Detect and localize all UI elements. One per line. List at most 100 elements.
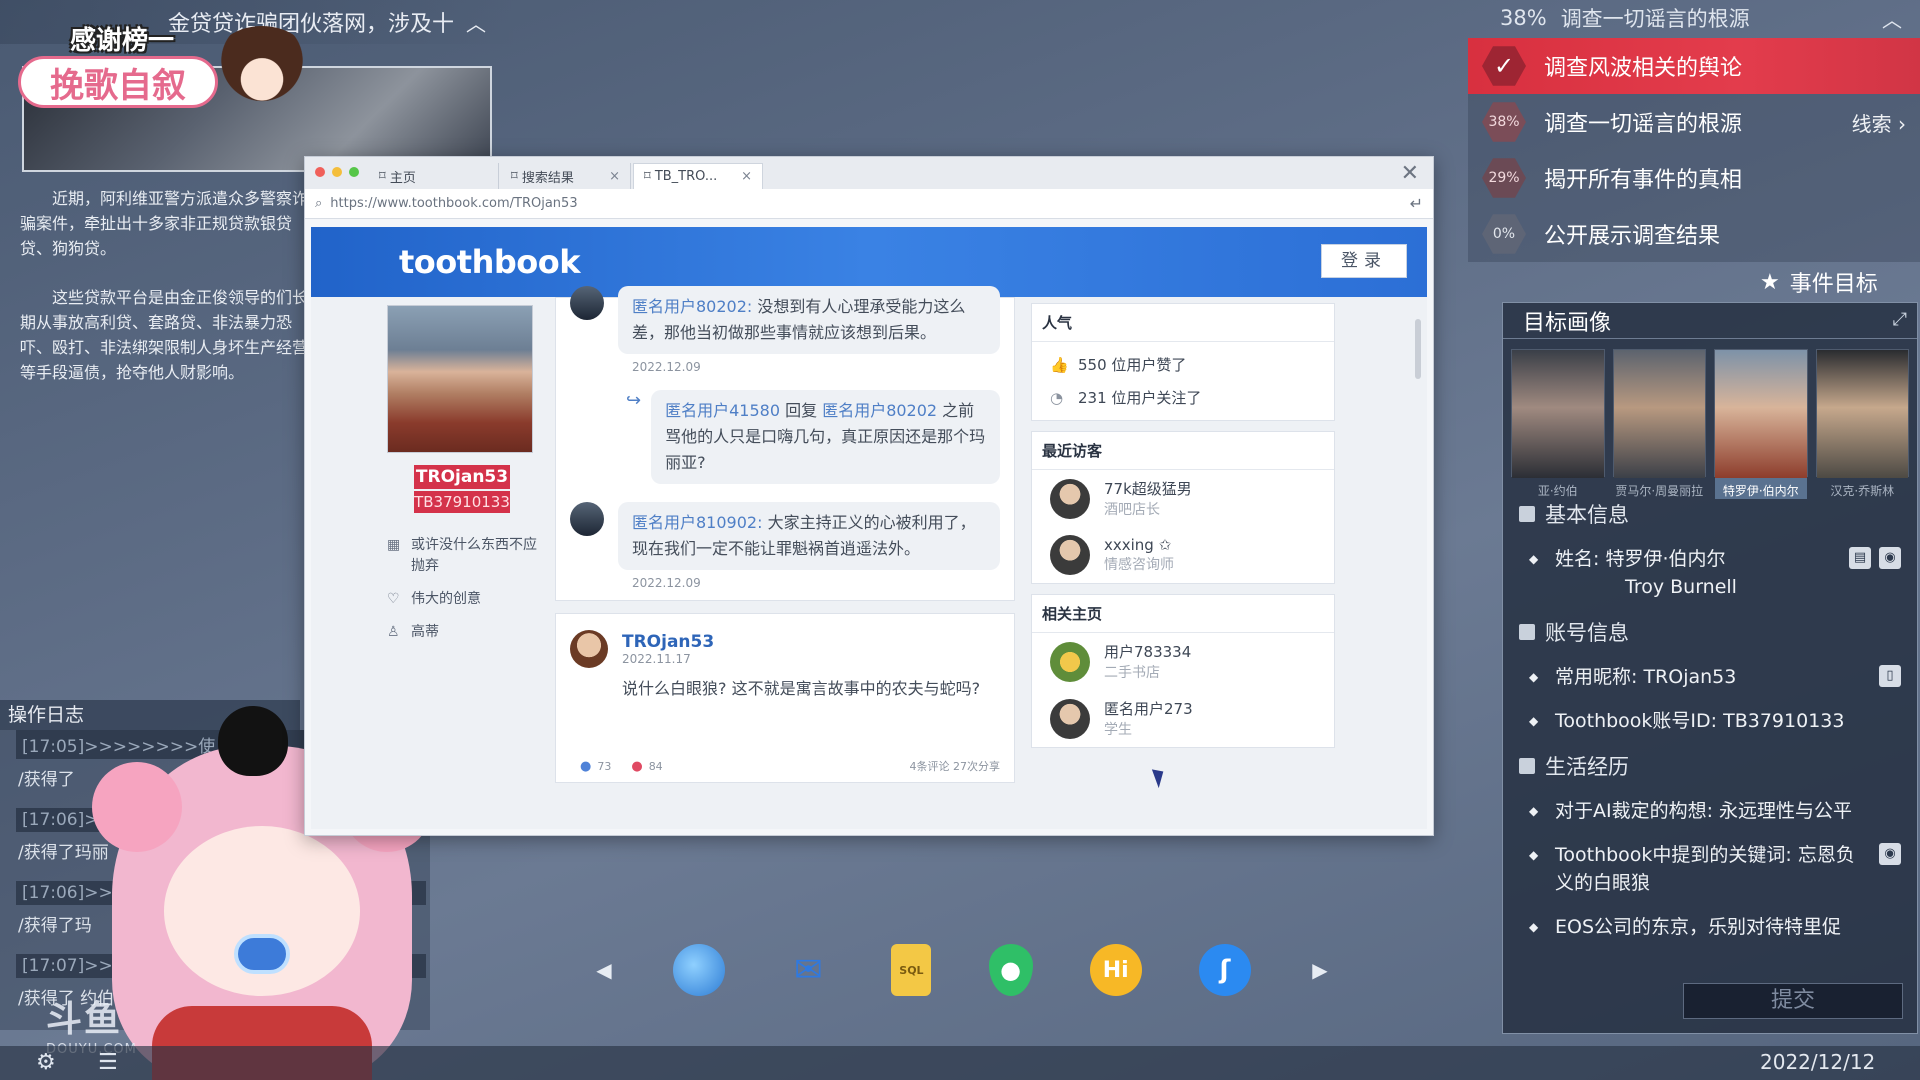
task-progress-hex: 29% <box>1482 158 1526 198</box>
tab-profile[interactable]: ⌑ TB_TRO... × <box>633 163 763 189</box>
calendar-icon: ▦ <box>387 537 401 553</box>
bookmark-icon: ⌑ <box>379 168 390 184</box>
info-life-item: 对于AI裁定的构想: 永远理性与公平 <box>1509 789 1907 833</box>
location-app-icon[interactable]: ● <box>988 944 1033 996</box>
thumbs-up-icon[interactable]: ● <box>580 759 591 774</box>
portrait-image <box>1715 350 1807 478</box>
bio-text: 伟大的创意 <box>411 591 481 607</box>
enter-icon[interactable]: ↵ <box>1410 194 1423 213</box>
current-task-pct: 38% <box>1500 6 1547 30</box>
reply: ↪ 匿名用户41580 回复 匿名用户80202 之前骂他的人只是口嗨几句，真正… <box>626 390 1000 484</box>
section-label: 账号信息 <box>1545 621 1629 645</box>
visitor-item[interactable]: xxxing ✩ 情感咨询师 <box>1032 527 1334 583</box>
submit-button[interactable]: 提交 <box>1683 983 1903 1019</box>
feed-column[interactable]: 匿名用户80202: 没想到有人心理承受能力这么差，那他当初做那些事情就应该想到… <box>555 286 1015 829</box>
related-item[interactable]: 匿名用户273 学生 <box>1032 690 1334 747</box>
post-card: TROjan53 2022.11.17 说什么白眼狼? 这不就是寓言故事中的农夫… <box>555 613 1015 783</box>
post-stats: ● 73 ● 84 4条评论 27次分享 <box>580 758 1000 774</box>
info-name-cn: 姓名: 特罗伊·伯内尔 <box>1555 548 1726 570</box>
reply-verb: 回复 <box>780 401 823 420</box>
globe-icon[interactable]: ◉ <box>1879 547 1901 569</box>
portrait-card[interactable]: 汉克·乔斯林 <box>1815 349 1909 498</box>
avatar <box>1050 535 1090 575</box>
maximize-dot-icon[interactable] <box>349 167 359 177</box>
thumbs-up-icon: 👍 <box>1050 355 1069 374</box>
login-button[interactable]: 登录 <box>1321 244 1407 278</box>
profile-uid: TB37910133 <box>414 491 510 513</box>
related-item[interactable]: 用户783334 二手书店 <box>1032 633 1334 690</box>
task-label: 调查一切谣言的根源 <box>1544 112 1743 137</box>
reply-target[interactable]: 匿名用户80202 <box>822 401 937 420</box>
like-count: 73 <box>597 759 612 773</box>
list-icon[interactable]: ☰ <box>98 1050 118 1075</box>
likes-text: 550 位用户赞了 <box>1078 356 1187 374</box>
expand-icon[interactable]: ⤢ <box>1893 309 1907 330</box>
news-article: 近期，阿利维亚警方派遣众多警察诈骗案件，牵扯出十多家非正规贷款银贷贷、狗狗贷。 … <box>20 186 310 409</box>
visitor-item[interactable]: 77k超级猛男 酒吧店长 <box>1032 470 1334 527</box>
bio-item: ♡ 伟大的创意 <box>387 589 537 610</box>
task-item[interactable]: 0% 公开展示调查结果 <box>1468 206 1920 262</box>
phone-icon[interactable]: ▯ <box>1879 665 1901 687</box>
dock-next-icon[interactable]: ▶ <box>1308 958 1332 982</box>
related-name: 用户783334 <box>1104 643 1192 661</box>
post-header: TROjan53 2022.11.17 <box>570 630 1000 668</box>
close-icon[interactable]: ✕ <box>1401 161 1419 186</box>
tab-bar: ⌑ 主页 ⌑ 搜索结果 × ⌑ TB_TRO... × ✕ <box>305 157 1433 189</box>
popularity-box: 人气 👍 550 位用户赞了 ◔ 231 位用户关注了 <box>1031 303 1335 421</box>
target-header: 目标画像 ⤢ <box>1503 303 1917 339</box>
comment-user[interactable]: 匿名用户80202: <box>632 297 752 316</box>
related-name: 匿名用户273 <box>1104 700 1193 718</box>
target-info-scroll[interactable]: 基本信息 姓名: 特罗伊·伯内尔 Troy Burnell ▤ ◉ 账号信息 常… <box>1503 483 1917 953</box>
event-goal-button[interactable]: ★ 事件目标 <box>1760 264 1920 300</box>
dock-prev-icon[interactable]: ◀ <box>592 958 616 982</box>
document-icon[interactable]: ▤ <box>1849 547 1871 569</box>
comment-user[interactable]: 匿名用户810902: <box>632 513 762 532</box>
sql-app-icon[interactable]: SQL <box>891 944 932 996</box>
task-item[interactable]: ✓ 调查风波相关的舆论 <box>1468 38 1920 94</box>
site-logo[interactable]: toothbook <box>399 243 581 281</box>
browser-app-icon[interactable] <box>673 944 726 996</box>
portrait-card[interactable]: 贾马尔·周曼丽拉 <box>1612 349 1706 498</box>
portrait-card[interactable]: 亚·约伯 <box>1511 349 1605 498</box>
task-item[interactable]: 29% 揭开所有事件的真相 <box>1468 150 1920 206</box>
hook-app-icon[interactable]: ʃ <box>1198 944 1251 996</box>
toothbook-page: toothbook 登录 TROjan53 TB37910133 ▦ 或许没什么东… <box>311 227 1427 829</box>
collapse-up-icon[interactable]: ︿ <box>466 8 486 37</box>
portrait-card-selected[interactable]: 特罗伊·伯内尔 <box>1714 349 1808 499</box>
watermark-logo: 斗鱼 <box>46 999 123 1040</box>
tab-label: 主页 <box>389 170 416 186</box>
gear-icon[interactable]: ⚙ <box>36 1050 56 1075</box>
chat-app-icon[interactable]: Hi <box>1089 944 1142 996</box>
comment: 匿名用户810902: 大家主持正义的心被利用了，现在我们一定不能让罪魁祸首逍遥… <box>570 502 1000 570</box>
task-list: ✓ 调查风波相关的舆论 38% 调查一切谣言的根源 线索 › 29% 揭开所有事… <box>1468 38 1920 262</box>
current-task-bar[interactable]: 38% 调查一切谣言的根源 ︿ <box>1500 0 1920 36</box>
related-pages-box: 相关主页 用户783334 二手书店 匿名用户273 学生 <box>1031 594 1335 748</box>
url-text[interactable]: https://www.toothbook.com/TROjan53 <box>330 196 577 211</box>
close-dot-icon[interactable] <box>315 167 325 177</box>
event-goal-label: 事件目标 <box>1789 272 1878 297</box>
reply-user[interactable]: 匿名用户41580 <box>665 401 780 420</box>
minimize-dot-icon[interactable] <box>332 167 342 177</box>
globe-icon[interactable]: ◉ <box>1879 843 1901 865</box>
close-icon[interactable]: × <box>741 169 752 184</box>
profile-username: TROjan53 <box>414 465 510 489</box>
account-icon <box>1519 624 1535 640</box>
task-item[interactable]: 38% 调查一切谣言的根源 线索 › <box>1468 94 1920 150</box>
avatar <box>1050 478 1090 519</box>
address-bar[interactable]: ⌕ https://www.toothbook.com/TROjan53 ↵ <box>305 189 1433 219</box>
heart-icon: ♡ <box>387 591 400 607</box>
tab-search-results[interactable]: ⌑ 搜索结果 × <box>501 163 631 189</box>
app-dock: ◀ ✉ SQL ● Hi ʃ ▶ <box>592 938 1332 1002</box>
collapse-up-icon[interactable]: ︿ <box>1882 4 1902 33</box>
clue-button[interactable]: 线索 › <box>1852 108 1906 137</box>
post-author[interactable]: TROjan53 <box>622 632 714 652</box>
mail-app-icon[interactable]: ✉ <box>782 944 834 996</box>
post-meta[interactable]: 4条评论 27次分享 <box>910 758 1001 774</box>
avatar <box>570 502 604 536</box>
heart-icon[interactable]: ● <box>631 759 642 774</box>
page-scrollbar[interactable] <box>1415 319 1421 379</box>
bio-text: 高蒂 <box>411 624 439 640</box>
comment-date: 2022.12.09 <box>632 360 701 374</box>
close-icon[interactable]: × <box>609 169 620 184</box>
tab-home[interactable]: ⌑ 主页 <box>369 163 499 189</box>
